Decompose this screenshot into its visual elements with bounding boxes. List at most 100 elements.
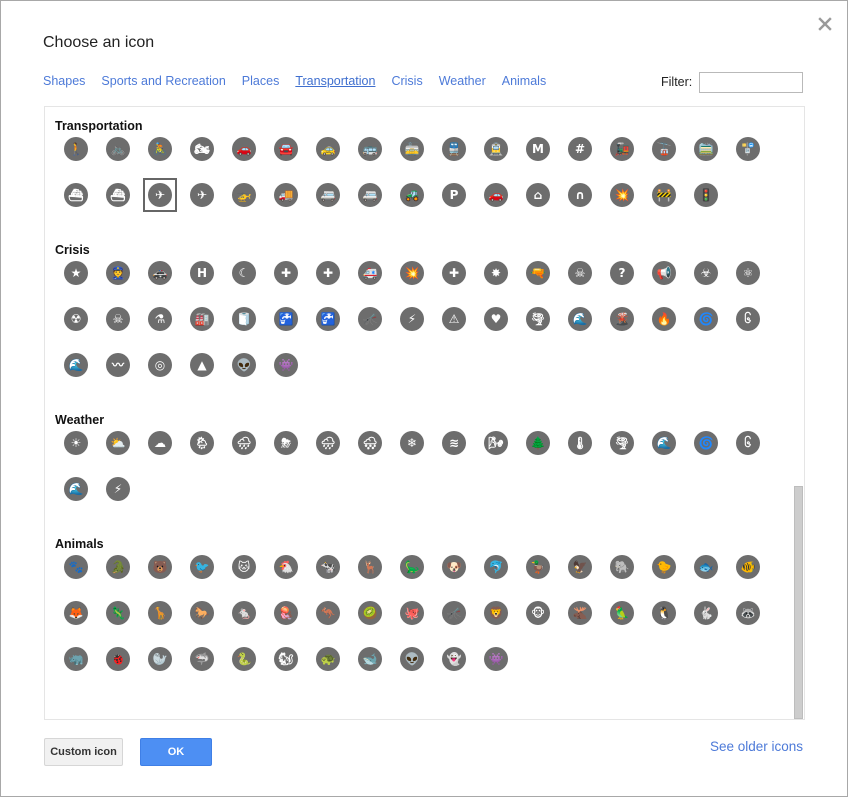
tab-weather[interactable]: Weather — [439, 74, 486, 88]
icon-option-penguin[interactable]: 🐧 — [647, 596, 681, 630]
icon-option-flood[interactable]: 🌊 — [59, 472, 93, 506]
icon-option-first-aid[interactable]: ✚ — [437, 256, 471, 290]
icon-option-accident[interactable]: 💥 — [395, 256, 429, 290]
icon-option-octopus[interactable]: 🐙 — [395, 596, 429, 630]
icon-option-lightning[interactable]: ⚡ — [101, 472, 135, 506]
icon-option-partly-cloudy[interactable]: ⛅ — [101, 426, 135, 460]
icon-option-typhoon[interactable]: ၆ — [731, 426, 765, 460]
icon-option-deer[interactable]: 🦌 — [353, 550, 387, 584]
icon-option-jellyfish[interactable]: 🪼 — [269, 596, 303, 630]
icon-option-police-badge[interactable]: ★ — [59, 256, 93, 290]
icon-option-cloudy[interactable]: ☁ — [143, 426, 177, 460]
icon-option-paw[interactable]: 🐾 — [59, 550, 93, 584]
icon-option-water-tap[interactable]: 🚰 — [269, 302, 303, 336]
icon-option-fog[interactable]: ≋ — [437, 426, 471, 460]
icon-option-squirrel[interactable]: 🐿 — [269, 642, 303, 676]
icon-option-ghost[interactable]: 👻 — [437, 642, 471, 676]
icon-option-hospital[interactable]: H — [185, 256, 219, 290]
icon-option-police-car[interactable]: 🚓 — [143, 256, 177, 290]
icon-option-rain[interactable]: 🌧 — [227, 426, 261, 460]
icon-option-bicycle[interactable]: 🚲 — [101, 132, 135, 166]
icon-option-epicenter[interactable]: ◎ — [143, 348, 177, 382]
icon-option-tractor[interactable]: 🚜 — [395, 178, 429, 212]
tab-transportation[interactable]: Transportation — [295, 74, 375, 88]
see-older-icons-link[interactable]: See older icons — [710, 739, 803, 754]
icon-option-gas-mask[interactable]: ☠ — [101, 302, 135, 336]
icon-option-mosquito[interactable]: 🦟 — [353, 302, 387, 336]
icon-option-fish[interactable]: 🐟 — [689, 550, 723, 584]
icon-option-snowflake[interactable]: ❄ — [395, 426, 429, 460]
icon-option-kangaroo[interactable]: 🦘 — [311, 596, 345, 630]
icon-option-explosion[interactable]: ✸ — [479, 256, 513, 290]
icon-option-ferry[interactable]: ⛴ — [59, 178, 93, 212]
icon-option-ambulance[interactable]: 🚑 — [353, 256, 387, 290]
icon-option-bug[interactable]: 🐞 — [101, 642, 135, 676]
icon-option-steam-train[interactable]: 🚂 — [605, 132, 639, 166]
icon-option-light-rain[interactable]: 🌦 — [185, 426, 219, 460]
icon-option-pedestrian[interactable]: 🚶 — [59, 132, 93, 166]
icon-option-helping-hands[interactable]: ♥ — [479, 302, 513, 336]
icon-option-airplane[interactable]: ✈ — [143, 178, 177, 212]
icon-option-factory[interactable]: 🏭 — [185, 302, 219, 336]
icon-option-funicular[interactable]: 🚞 — [689, 132, 723, 166]
icon-option-seal[interactable]: 🦭 — [143, 642, 177, 676]
icon-option-cat[interactable]: 🐱 — [227, 550, 261, 584]
close-button[interactable] — [816, 15, 834, 33]
icon-option-car-wash[interactable]: 🚗 — [479, 178, 513, 212]
icon-option-caravan[interactable]: 🚐 — [311, 178, 345, 212]
tab-shapes[interactable]: Shapes — [43, 74, 85, 88]
icon-option-horse[interactable]: 🐎 — [185, 596, 219, 630]
icon-option-rhino[interactable]: 🦏 — [59, 642, 93, 676]
icon-option-toilet-paper[interactable]: 🧻 — [227, 302, 261, 336]
icon-option-monster[interactable]: 👾 — [479, 642, 513, 676]
icon-option-dolphin[interactable]: 🐬 — [479, 550, 513, 584]
icon-option-monkey[interactable]: 🐵 — [521, 596, 555, 630]
icon-option-sun[interactable]: ☀ — [59, 426, 93, 460]
icon-option-landslide[interactable]: ▲ — [185, 348, 219, 382]
icon-option-duck[interactable]: 🦆 — [521, 550, 555, 584]
icon-option-tsunami[interactable]: 🌊 — [647, 426, 681, 460]
icon-option-car-crash[interactable]: 💥 — [605, 178, 639, 212]
icon-option-medical-shield[interactable]: ✚ — [311, 256, 345, 290]
icon-option-flood[interactable]: 🌊 — [59, 348, 93, 382]
icon-option-train[interactable]: 🚆 — [437, 132, 471, 166]
icon-option-tornado[interactable]: 🌪 — [605, 426, 639, 460]
tab-places[interactable]: Places — [242, 74, 280, 88]
icon-option-water-leak[interactable]: 🚰 — [311, 302, 345, 336]
icon-option-helicopter[interactable]: 🚁 — [227, 178, 261, 212]
icon-option-raccoon[interactable]: 🦝 — [731, 596, 765, 630]
icon-option-gun[interactable]: 🔫 — [521, 256, 555, 290]
filter-input[interactable] — [699, 72, 803, 93]
icon-option-bear[interactable]: 🐻 — [143, 550, 177, 584]
icon-option-parrot[interactable]: 🦜 — [605, 596, 639, 630]
icon-option-megaphone[interactable]: 📢 — [647, 256, 681, 290]
scrollbar-track[interactable] — [794, 107, 804, 719]
tab-animals[interactable]: Animals — [502, 74, 546, 88]
tab-sports-and-recreation[interactable]: Sports and Recreation — [101, 74, 225, 88]
icon-option-kiwi[interactable]: 🥝 — [353, 596, 387, 630]
icon-option-eagle[interactable]: 🦅 — [563, 550, 597, 584]
icon-option-power-outage[interactable]: ⚡ — [395, 302, 429, 336]
icon-option-car[interactable]: 🚗 — [227, 132, 261, 166]
icon-option-earthquake[interactable]: 〰 — [101, 348, 135, 382]
icon-option-tsunami[interactable]: 🌊 — [563, 302, 597, 336]
icon-option-biohazard[interactable]: ☣ — [689, 256, 723, 290]
icon-option-drizzle[interactable]: 🌧 — [311, 426, 345, 460]
icon-option-car-rental[interactable]: 🚘 — [269, 132, 303, 166]
icon-option-thermometer[interactable]: 🌡 — [563, 426, 597, 460]
icon-option-taxi[interactable]: 🚕 — [311, 132, 345, 166]
icon-option-mosquito[interactable]: 🦟 — [437, 596, 471, 630]
icon-option-hurricane[interactable]: 🌀 — [689, 302, 723, 336]
icon-option-dog[interactable]: 🐶 — [437, 550, 471, 584]
icon-option-chick[interactable]: 🐤 — [647, 550, 681, 584]
scrollbar-thumb[interactable] — [794, 486, 803, 719]
icon-option-red-crescent[interactable]: ☾ — [227, 256, 261, 290]
icon-option-motorcycle[interactable]: 🏍 — [185, 132, 219, 166]
icon-option-tunnel[interactable]: ∩ — [563, 178, 597, 212]
icon-option-bus-stop[interactable]: 🚏 — [731, 132, 765, 166]
icon-option-wind[interactable]: 🌬 — [479, 426, 513, 460]
icon-option-chemical-flask[interactable]: ⚗ — [143, 302, 177, 336]
icon-option-traffic-light[interactable]: 🚦 — [689, 178, 723, 212]
icon-option-hurricane[interactable]: 🌀 — [689, 426, 723, 460]
icon-option-missing-person[interactable]: ? — [605, 256, 639, 290]
